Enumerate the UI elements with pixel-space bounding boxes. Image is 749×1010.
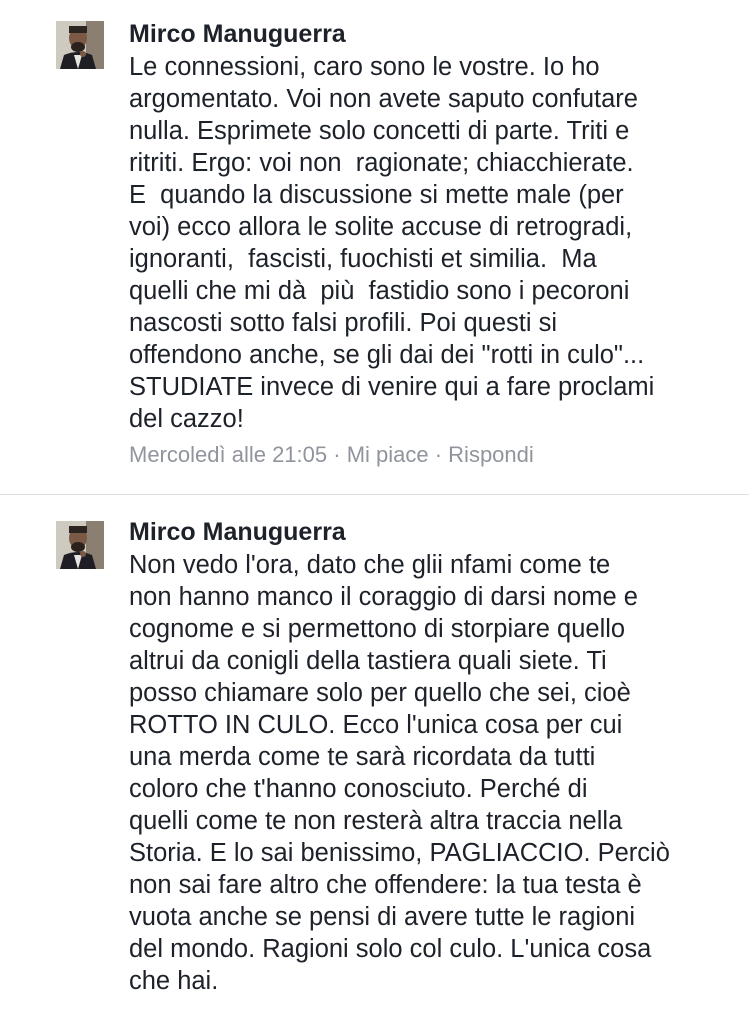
like-link[interactable]: Mi piace [347, 442, 429, 467]
avatar-photo-icon [56, 21, 104, 69]
reply-link[interactable]: Rispondi [448, 442, 534, 467]
comment-text-line: posso chiamare solo per quello che sei, … [129, 679, 631, 707]
comment-text-line: ignoranti, fascisti, fuochisti et simili… [129, 245, 597, 273]
comment-meta: Mercoledì alle 21:05 · Mi piace · Rispon… [129, 442, 534, 468]
comment-text-line: ritriti. Ergo: voi non ragionate; chiacc… [129, 149, 634, 177]
comment-text-line: coloro che t'hanno conosciuto. Perché di [129, 775, 588, 803]
avatar[interactable] [56, 21, 104, 69]
comment-text-line: offendono anche, se gli dai dei "rotti i… [129, 341, 645, 369]
comment-text-line: non sai fare altro che offendere: la tua… [129, 871, 642, 899]
comment-author[interactable]: Mirco Manuguerra [129, 517, 346, 547]
comment-text-line: nascosti sotto falsi profili. Poi questi… [129, 309, 558, 337]
comment-text-line: Le connessioni, caro sono le vostre. Io … [129, 53, 600, 81]
comment-divider [0, 494, 749, 495]
comment-text-line: vuota anche se pensi di avere tutte le r… [129, 903, 636, 931]
comment-text-line: quelli come te non resterà altra traccia… [129, 807, 623, 835]
comment-text-line: una merda come te sarà ricordata da tutt… [129, 743, 596, 771]
comment-text-line: del cazzo! [129, 405, 244, 433]
meta-separator: · [327, 442, 347, 467]
comment-text-line: quelli che mi dà più fastidio sono i pec… [129, 277, 630, 305]
comment-text-line: cognome e si permettono di storpiare que… [129, 615, 626, 643]
comment-text-line: Non vedo l'ora, dato che glii nfami come… [129, 551, 611, 579]
comment-text-line: STUDIATE invece di venire qui a fare pro… [129, 373, 655, 401]
comment-text-line: voi) ecco allora le solite accuse di ret… [129, 213, 633, 241]
comment-text-line: Storia. E lo sai benissimo, PAGLIACCIO. … [129, 839, 670, 867]
comment-text-line: ROTTO IN CULO. Ecco l'unica cosa per cui [129, 711, 623, 739]
comment-text-line: non hanno manco il coraggio di darsi nom… [129, 583, 638, 611]
meta-separator: · [428, 442, 449, 467]
avatar[interactable] [56, 521, 104, 569]
comment-text-line: del mondo. Ragioni solo col culo. L'unic… [129, 935, 652, 963]
comment-text: Non vedo l'ora, dato che glii nfami come… [129, 549, 739, 997]
avatar-photo-icon [56, 521, 104, 569]
comment-text: Le connessioni, caro sono le vostre. Io … [129, 51, 739, 435]
comment-text-line: argomentato. Voi non avete saputo confut… [129, 85, 638, 113]
comment-text-line: nulla. Esprimete solo concetti di parte.… [129, 117, 630, 145]
comment-text-line: E quando la discussione si mette male (p… [129, 181, 624, 209]
comment-text-line: altrui da conigli della tastiera quali s… [129, 647, 607, 675]
comment-timestamp[interactable]: Mercoledì alle 21:05 [129, 442, 327, 467]
comment-author[interactable]: Mirco Manuguerra [129, 19, 346, 49]
comment-text-line: che hai. [129, 967, 219, 995]
